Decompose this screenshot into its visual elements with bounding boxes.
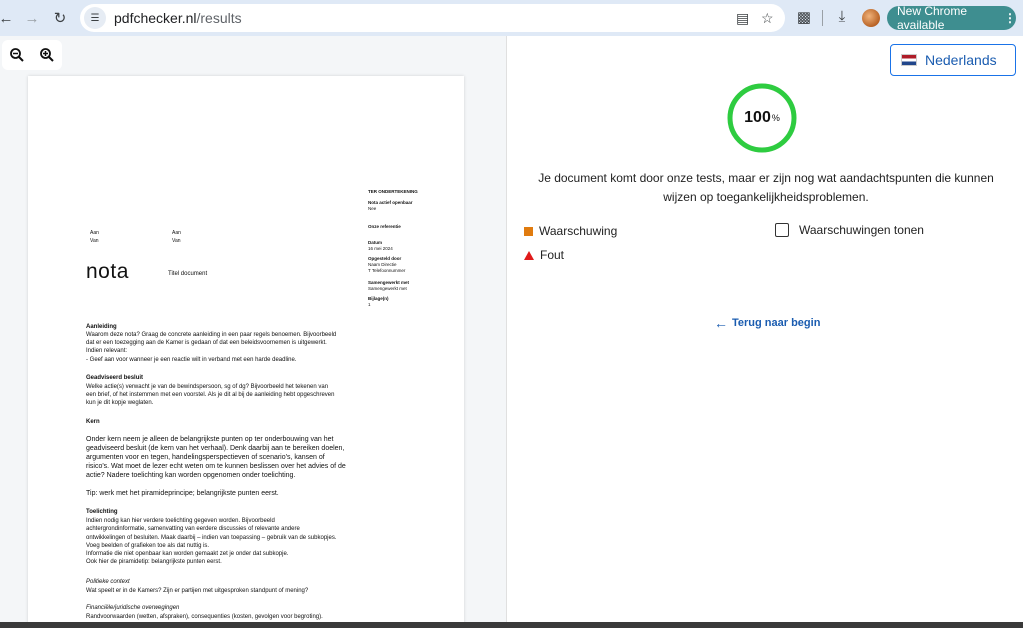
section-toelichting-heading: Toelichting — [86, 509, 118, 515]
meta-samen-value: Samengewerkt met — [368, 286, 407, 291]
meta-opgesteld-label: Opgesteld door — [368, 256, 402, 261]
van-label-1: Van — [90, 238, 99, 244]
meta-ter-ondertekening: TER ONDERTEKENING — [368, 189, 418, 194]
aanleiding-line-3: Indien relevant: — [86, 348, 128, 354]
meta-opgesteld-value1: Naam Directie — [368, 262, 397, 267]
new-chrome-available-button[interactable]: New Chrome available ⋮ — [887, 4, 1016, 32]
back-to-start-label: Terug naar begin — [732, 317, 821, 329]
tip-line: Tip: werk met het piramideprincipe; bela… — [86, 490, 279, 497]
kern-line-1: Onder kern neem je alleen de belangrijks… — [86, 436, 334, 443]
toelichting-line-6: Ook hier de piramidetip: belangrijkste p… — [86, 559, 222, 565]
forward-icon[interactable]: → — [22, 8, 42, 28]
meta-bijlage-label: Bijlage(n) — [368, 296, 389, 301]
legend-error-label: Fout — [540, 248, 565, 262]
show-warnings-label: Waarschuwingen tonen — [799, 223, 924, 237]
zoom-controls — [2, 40, 62, 70]
download-icon[interactable]: ⤓ — [832, 8, 852, 25]
financieel-line-1: Randvoorwaarden (wetten, afspraken), con… — [86, 614, 323, 620]
kebab-menu-icon: ⋮ — [1004, 11, 1016, 25]
kern-line-5: actie? Nadere toelichting kan worden opg… — [86, 472, 296, 479]
section-aanleiding-heading: Aanleiding — [86, 324, 117, 330]
profile-avatar-icon[interactable] — [862, 9, 880, 27]
section-politiek-heading: Politieke context — [86, 579, 130, 585]
besluit-line-3: kun je dit kopje weglaten. — [86, 400, 154, 406]
results-summary: Je document komt door onze tests, maar e… — [538, 171, 994, 204]
section-kern-heading: Kern — [86, 419, 100, 425]
language-button[interactable]: Nederlands — [890, 44, 1016, 76]
reload-icon[interactable]: ↻ — [50, 8, 70, 28]
dutch-flag-icon — [901, 54, 917, 66]
back-to-start-link[interactable]: ← Terug naar begin — [714, 315, 820, 331]
zoom-in-button[interactable] — [32, 40, 62, 70]
site-info-icon[interactable]: ☰ — [84, 7, 106, 29]
kern-line-4: risico's. Wat moet de lezer echt weten o… — [86, 463, 346, 470]
error-triangle-icon — [524, 250, 534, 260]
document-title: Titel document — [168, 271, 208, 277]
taskbar-strip — [0, 622, 1023, 628]
zoom-out-icon — [10, 48, 24, 62]
extensions-icon[interactable]: ▩ — [794, 8, 814, 26]
section-financieel-heading: Financiële/juridische overwegingen — [86, 605, 180, 611]
url-text[interactable]: pdfchecker.nl/results — [114, 10, 242, 26]
meta-nota-value: Nee — [368, 206, 377, 211]
toolbar-divider — [822, 10, 823, 26]
meta-nota-label: Nota actief openbaar — [368, 200, 413, 205]
meta-datum-value: 16 mei 2024 — [368, 246, 393, 251]
politiek-line-1: Wat speelt er in de Kamers? Zijn er part… — [86, 588, 309, 594]
meta-opgesteld-value2: T Telefoonnummer — [368, 268, 406, 273]
legend-error: Fout — [524, 248, 564, 262]
pdf-page: TER ONDERTEKENING Nota actief openbaar N… — [28, 76, 464, 628]
aan-label-1: Aan — [90, 230, 99, 236]
warning-square-icon — [524, 226, 533, 236]
language-label: Nederlands — [925, 52, 997, 68]
kern-line-2: geadviseerd besluit (de kern van het ver… — [86, 445, 345, 452]
section-besluit-heading: Geadviseerd besluit — [86, 375, 144, 381]
legend-warning: Waarschuwing — [524, 224, 617, 238]
nota-title: nota — [86, 260, 129, 283]
pdf-viewer: TER ONDERTEKENING Nota actief openbaar N… — [0, 36, 506, 628]
browser-toolbar: ← → ↻ ☰ pdfchecker.nl/results ▤ ☆ ▩ ⤓ Ne… — [0, 0, 1023, 36]
aanleiding-line-4: - Geef aan voor wanneer je een reactie w… — [86, 357, 297, 363]
show-warnings-toggle[interactable]: Waarschuwingen tonen — [775, 223, 924, 237]
meta-samen-label: Samengewerkt met — [368, 280, 410, 285]
van-label-2: Van — [172, 238, 181, 244]
zoom-out-button[interactable] — [2, 40, 32, 70]
zoom-in-icon — [40, 48, 54, 62]
meta-bijlage-value: 1 — [368, 302, 371, 307]
toelichting-line-2: achtergrondinformatie, samenvatting van … — [86, 526, 300, 532]
address-bar[interactable]: ☰ pdfchecker.nl/results ▤ ☆ — [80, 4, 785, 32]
score-value: 100% — [744, 109, 780, 126]
back-icon[interactable]: ← — [0, 8, 16, 28]
bookmark-star-icon[interactable]: ☆ — [761, 10, 774, 27]
aan-label-2: Aan — [172, 230, 181, 236]
results-panel: Nederlands 100% Je document komt door on… — [506, 36, 1023, 628]
show-warnings-checkbox[interactable] — [775, 223, 789, 237]
meta-ref-label: Onze referentie — [368, 224, 401, 229]
arrow-left-icon: ← — [714, 315, 728, 331]
meta-datum-label: Datum — [368, 240, 383, 245]
legend-warning-label: Waarschuwing — [539, 224, 618, 238]
translate-icon[interactable]: ▤ — [736, 10, 749, 27]
kern-line-3: argumenten voor en tegen, handelingspers… — [86, 454, 325, 461]
